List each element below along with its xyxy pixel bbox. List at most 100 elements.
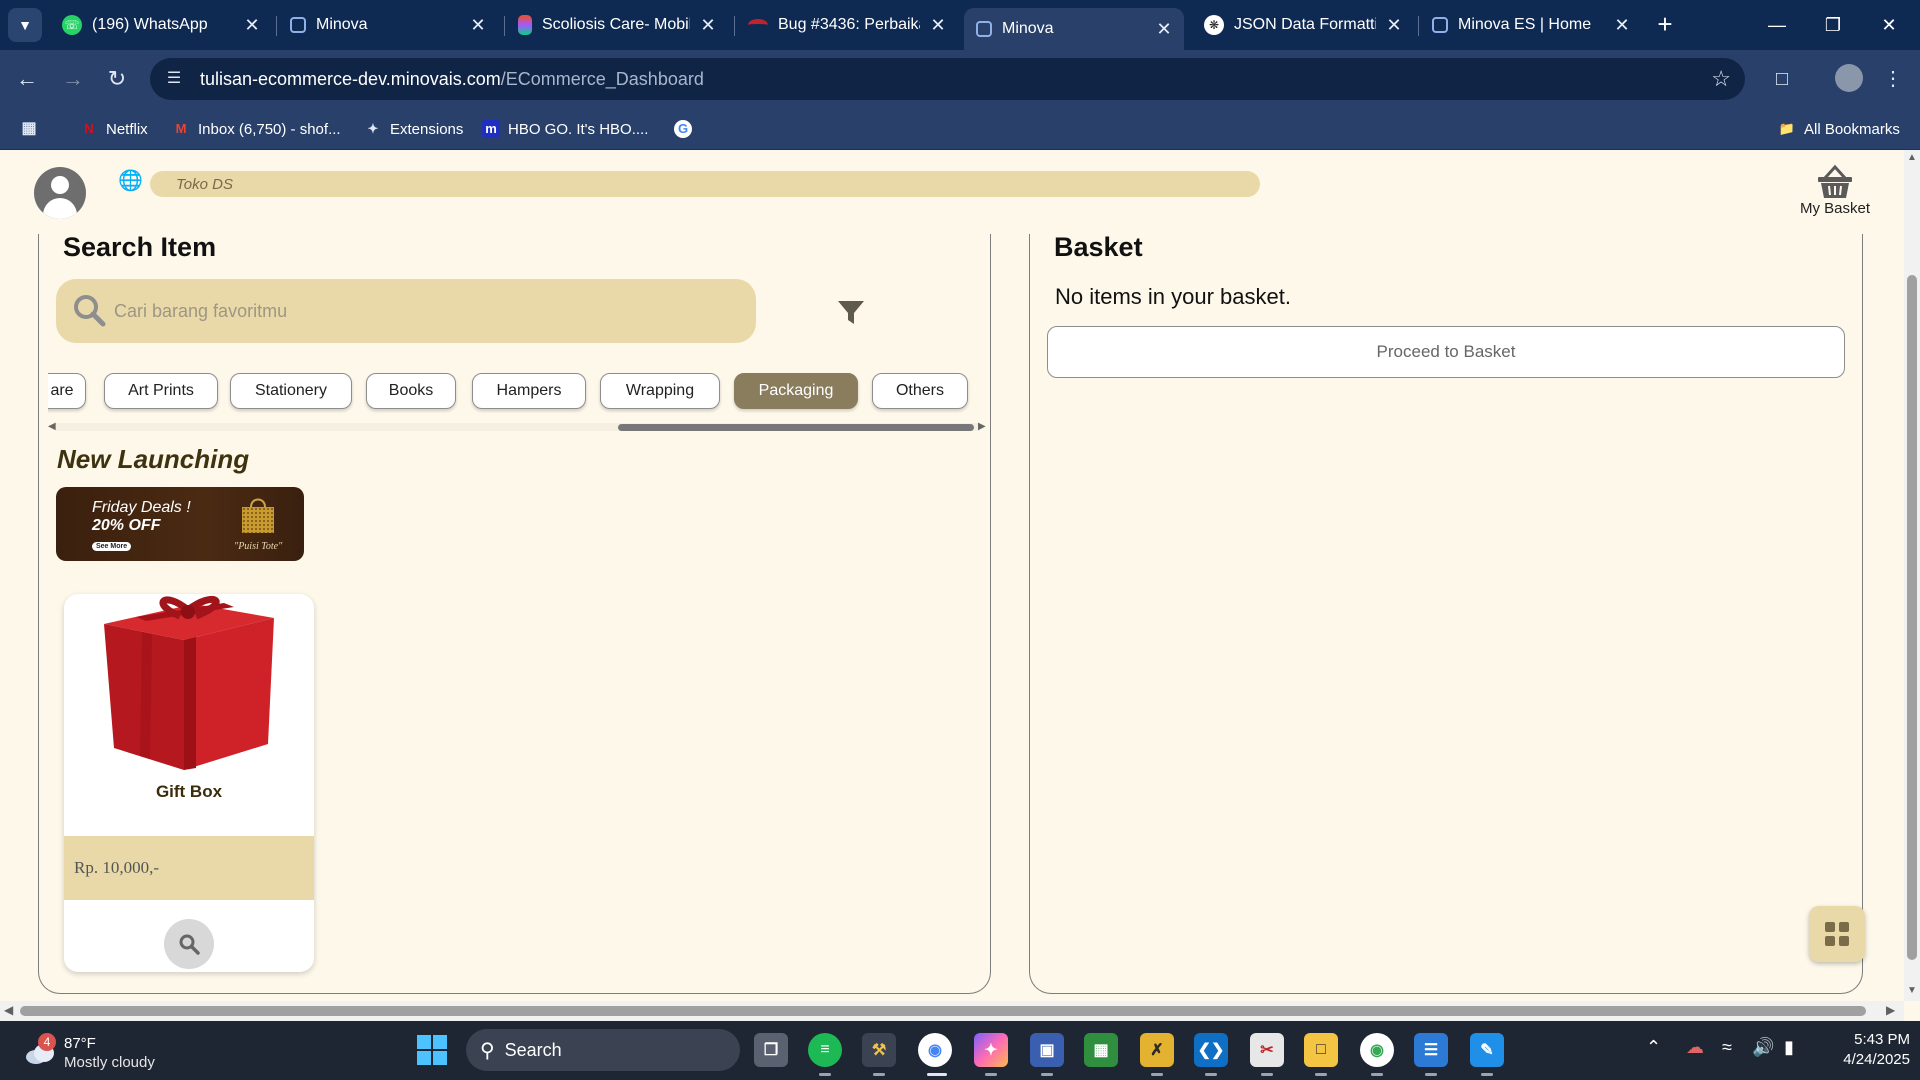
search-field[interactable] (56, 279, 756, 343)
bookmark-star-icon[interactable]: ☆ (1711, 66, 1731, 92)
copilot-icon[interactable]: ✦ (974, 1033, 1008, 1067)
address-url[interactable]: tulisan-ecommerce-dev.minovais.com/EComm… (200, 69, 704, 90)
close-icon[interactable]: ✕ (244, 15, 260, 36)
tab-minova-es[interactable]: Minova ES | Home ✕ (1420, 8, 1642, 42)
sheets-app-icon[interactable]: ▦ (1084, 1033, 1118, 1067)
tab-minova-1[interactable]: Minova ✕ (278, 8, 498, 42)
running-indicator (985, 1073, 997, 1076)
promo-banner[interactable]: Friday Deals ! 20% OFF See More "Puisi T… (56, 487, 304, 561)
extensions-icon[interactable]: □ (1765, 62, 1799, 96)
running-indicator (819, 1073, 831, 1076)
bookmark-gmail[interactable]: M Inbox (6,750) - shof... (172, 118, 341, 140)
category-chip[interactable]: Art Prints (104, 373, 218, 409)
category-scroll-thumb[interactable] (618, 424, 974, 431)
page-vertical-scrollbar[interactable]: ▲ ▼ (1904, 150, 1920, 1001)
close-icon[interactable]: ✕ (1156, 19, 1172, 40)
weather-widget[interactable]: 4 87°F Mostly cloudy (20, 1029, 180, 1073)
tab-search-chevron-icon[interactable]: ▼ (8, 8, 42, 42)
product-card[interactable]: Gift Box Rp. 10,000,- (64, 594, 314, 972)
windows-start-icon[interactable] (417, 1035, 447, 1065)
filter-icon[interactable] (837, 298, 865, 326)
tab-whatsapp[interactable]: ☏ (196) WhatsApp ✕ (50, 8, 272, 42)
battery-icon[interactable]: ▮ (1784, 1037, 1794, 1058)
restore-icon[interactable]: ❐ (1810, 10, 1856, 40)
tray-chevron-up-icon[interactable]: ⌃ (1646, 1037, 1661, 1058)
file-explorer-icon[interactable]: □ (1304, 1033, 1338, 1067)
horizontal-scroll-thumb[interactable] (20, 1006, 1866, 1016)
snipping-tool-icon[interactable]: ✂ (1250, 1033, 1284, 1067)
onedrive-error-icon[interactable]: ☁ (1686, 1037, 1704, 1058)
minimize-icon[interactable]: — (1754, 10, 1800, 40)
netflix-icon: N (84, 121, 94, 136)
reload-icon[interactable]: ↻ (102, 64, 132, 94)
bookmark-hbo[interactable]: m HBO GO. It's HBO.... (482, 118, 648, 140)
category-chip[interactable]: Wrapping (600, 373, 720, 409)
category-chip[interactable]: Others (872, 373, 968, 409)
tab-chatgpt[interactable]: ❋ JSON Data Formattin ✕ (1192, 8, 1414, 42)
notepad-icon[interactable]: ☰ (1414, 1033, 1448, 1067)
scroll-up-arrow-icon[interactable]: ▲ (1906, 152, 1918, 163)
scroll-right-arrow-icon[interactable]: ▶ (978, 421, 986, 432)
category-chip[interactable]: Hampers (472, 373, 586, 409)
site-settings-icon[interactable]: ☰ (162, 67, 186, 91)
google-icon: G (674, 120, 692, 138)
category-chip[interactable]: Books (366, 373, 456, 409)
page-horizontal-scrollbar[interactable]: ◀ ▶ (0, 1001, 1904, 1021)
menu-kebab-icon[interactable]: ⋮ (1876, 62, 1910, 96)
tab-figma[interactable]: Scoliosis Care- Mobil ✕ (506, 8, 728, 42)
tab-bug[interactable]: Bug #3436: Perbaikar ✕ (736, 8, 958, 42)
taskbar-search[interactable]: ⚲ Search (466, 1029, 740, 1071)
close-icon[interactable]: ✕ (470, 15, 486, 36)
product-zoom-button[interactable] (164, 919, 214, 969)
store-name-field[interactable] (150, 171, 1260, 197)
close-icon[interactable]: ✕ (930, 15, 946, 36)
category-scrollbar[interactable]: ◀ ▶ (48, 421, 988, 433)
apps-grid-icon[interactable]: ▦ (20, 118, 38, 140)
scroll-left-arrow-icon[interactable]: ◀ (4, 1003, 13, 1017)
close-icon[interactable]: ✕ (700, 15, 716, 36)
remote-desktop-icon[interactable]: ▣ (1030, 1033, 1064, 1067)
volume-icon[interactable]: 🔊 (1752, 1037, 1774, 1058)
app-grid-button[interactable] (1809, 906, 1865, 962)
chrome-icon[interactable]: ◉ (918, 1033, 952, 1067)
user-avatar[interactable] (34, 167, 86, 219)
new-tab-plus-icon[interactable]: + (1650, 10, 1680, 40)
vertical-scroll-thumb[interactable] (1907, 275, 1917, 960)
promo-see-more-button[interactable]: See More (92, 542, 132, 551)
bookmark-label: Netflix (106, 120, 148, 138)
bookmark-extensions[interactable]: ✦ Extensions (364, 118, 464, 140)
window-close-icon[interactable]: ✕ (1866, 10, 1912, 40)
forward-arrow-icon[interactable]: → (58, 64, 88, 94)
all-bookmarks[interactable]: 📁 All Bookmarks (1778, 118, 1900, 140)
running-indicator (1261, 1073, 1273, 1076)
paint-app-icon[interactable]: ✎ (1470, 1033, 1504, 1067)
bookmark-google[interactable]: G (674, 118, 692, 140)
spotify-icon[interactable]: ≡ (808, 1033, 842, 1067)
task-view-icon[interactable]: ❐ (754, 1033, 788, 1067)
close-icon[interactable]: ✕ (1386, 15, 1402, 36)
sticky-tools-icon[interactable]: ✗ (1140, 1033, 1174, 1067)
tools-icon[interactable]: ⚒ (862, 1033, 896, 1067)
scroll-right-arrow-icon[interactable]: ▶ (1886, 1003, 1895, 1017)
category-chip[interactable]: are (48, 373, 86, 409)
product-price: Rp. 10,000,- (64, 836, 314, 900)
proceed-to-basket-button[interactable]: Proceed to Basket (1047, 326, 1845, 378)
category-chip[interactable]: Stationery (230, 373, 352, 409)
tab-minova-active[interactable]: Minova ✕ (964, 8, 1184, 50)
vscode-icon[interactable]: ❮❯ (1194, 1033, 1228, 1067)
close-icon[interactable]: ✕ (1614, 15, 1630, 36)
bookmark-netflix[interactable]: N Netflix (80, 118, 148, 140)
my-basket-button[interactable]: My Basket (1790, 164, 1880, 226)
scroll-left-arrow-icon[interactable]: ◀ (48, 421, 56, 432)
globe-icon[interactable]: 🌐 (118, 170, 143, 192)
chrome-profile-icon[interactable]: ◉ (1360, 1033, 1394, 1067)
address-bar[interactable]: ☰ tulisan-ecommerce-dev.minovais.com/ECo… (150, 58, 1745, 100)
wifi-icon[interactable]: ≈ (1722, 1037, 1732, 1058)
profile-avatar[interactable] (1835, 64, 1863, 92)
scroll-down-arrow-icon[interactable]: ▼ (1906, 985, 1918, 996)
search-input[interactable] (114, 293, 714, 329)
back-arrow-icon[interactable]: ← (12, 64, 42, 94)
weather-badge: 4 (38, 1033, 56, 1051)
category-chip-active[interactable]: Packaging (734, 373, 858, 409)
taskbar-clock[interactable]: 5:43 PM 4/24/2025 (1810, 1030, 1910, 1070)
